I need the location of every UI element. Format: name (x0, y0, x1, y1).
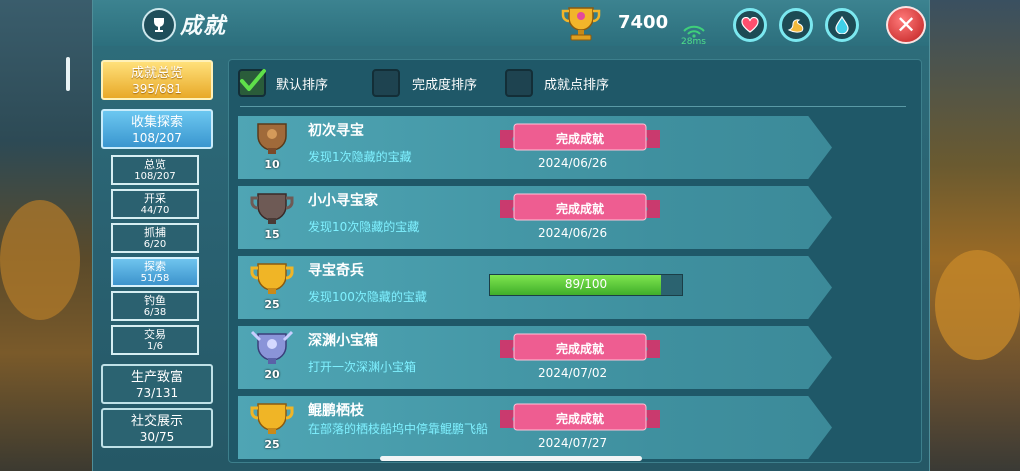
subcategory-mining[interactable]: 开采 44/70 (111, 189, 199, 219)
achievement-points: 7400 (618, 12, 669, 33)
subcategory-overview[interactable]: 总览 108/207 (111, 155, 199, 185)
subcategory-count: 6/38 (143, 307, 167, 318)
category-label: 收集探索 (130, 115, 183, 130)
achievement-desc: 发现1次隐藏的宝藏 (308, 150, 412, 164)
category-count: 395/681 (132, 82, 182, 96)
achievement-row[interactable]: 25 寻宝奇兵 发现100次隐藏的宝藏 89/100 (238, 256, 832, 319)
subcategory-count: 51/58 (140, 273, 170, 284)
completed-label: 完成成就 (555, 342, 604, 356)
tree-foliage (0, 200, 80, 320)
heart-icon[interactable] (733, 8, 767, 42)
scenery-right (925, 0, 1020, 471)
completed-ribbon: 完成成就 (500, 122, 660, 156)
water-drop-icon[interactable] (825, 8, 859, 42)
gold-trophy-icon (560, 4, 602, 42)
achievement-row[interactable]: 25 鲲鹏栖枝 在部落的栖枝船坞中停靠鲲鹏飞船 完成成就 2024/07/27 (238, 396, 832, 459)
subcategory-trade[interactable]: 交易 1/6 (111, 325, 199, 355)
achievement-name: 深渊小宝箱 (308, 333, 378, 349)
completion-date: 2024/07/02 (538, 366, 608, 380)
achievement-row[interactable]: 10 初次寻宝 发现1次隐藏的宝藏 完成成就 2024/06/26 (238, 116, 832, 179)
sort-completion-checkbox[interactable] (372, 69, 400, 97)
achievement-points-badge: 10 (264, 158, 280, 171)
sort-default-label[interactable]: 默认排序 (276, 74, 328, 93)
achievement-desc: 在部落的栖枝船坞中停靠鲲鹏飞船 (308, 422, 489, 436)
checkmark-icon (240, 69, 266, 91)
category-count: 73/131 (135, 386, 179, 400)
sort-points-label[interactable]: 成就点排序 (544, 74, 609, 93)
completed-ribbon: 完成成就 (500, 332, 660, 366)
achievement-row[interactable]: 20 深渊小宝箱 打开一次深渊小宝箱 完成成就 2024/07/02 (238, 326, 832, 389)
drag-handle[interactable] (66, 57, 70, 91)
category-collect-button[interactable]: 收集探索 108/207 (101, 109, 213, 149)
achievement-desc: 发现10次隐藏的宝藏 (308, 220, 420, 234)
close-button[interactable]: ✕ (886, 6, 926, 44)
achievement-name: 鲲鹏栖枝 (308, 403, 364, 419)
sort-points-checkbox[interactable] (505, 69, 533, 97)
subcategory-fishing[interactable]: 钓鱼 6/38 (111, 291, 199, 321)
home-indicator[interactable] (380, 456, 642, 461)
completion-date: 2024/06/26 (538, 156, 608, 170)
bronze-medal-icon: 10 (250, 120, 294, 176)
muscle-icon[interactable] (779, 8, 813, 42)
completed-label: 完成成就 (555, 132, 604, 146)
achievement-desc: 发现100次隐藏的宝藏 (308, 290, 427, 304)
sort-default-checkbox[interactable] (238, 69, 266, 97)
subcategory-label: 总览 (144, 158, 166, 171)
category-production-button[interactable]: 生产致富 73/131 (101, 364, 213, 404)
subcategory-count: 44/70 (140, 205, 170, 216)
achievement-progress-bar: 89/100 (489, 274, 683, 296)
gold-medal-icon: 25 (250, 260, 294, 316)
subcategory-count: 6/20 (143, 239, 167, 250)
trophy-icon (142, 8, 176, 42)
achievement-name: 小小寻宝家 (308, 193, 378, 209)
achievement-points-badge: 25 (264, 298, 280, 311)
category-label: 生产致富 (130, 370, 183, 385)
category-count: 30/75 (139, 430, 175, 444)
category-overview-button[interactable]: 成就总览 395/681 (101, 60, 213, 100)
completed-label: 完成成就 (555, 202, 604, 216)
subcategory-explore[interactable]: 探索 51/58 (111, 257, 199, 287)
completion-date: 2024/07/27 (538, 436, 608, 450)
gold-medal-icon: 25 (250, 400, 294, 456)
category-label: 成就总览 (130, 66, 183, 81)
subcategory-label: 探索 (144, 260, 166, 273)
divider (240, 106, 906, 107)
subcategory-count: 1/6 (146, 341, 164, 352)
sort-completion-label[interactable]: 完成度排序 (412, 74, 477, 93)
subcategory-label: 交易 (144, 328, 166, 341)
achievement-points-badge: 25 (264, 438, 280, 451)
iron-medal-icon: 15 (250, 190, 294, 246)
subcategory-capture[interactable]: 抓捕 6/20 (111, 223, 199, 253)
achievement-name: 寻宝奇兵 (308, 263, 364, 279)
achievement-points-badge: 20 (264, 368, 280, 381)
category-social-button[interactable]: 社交展示 30/75 (101, 408, 213, 448)
subcategory-count: 108/207 (134, 171, 176, 182)
subcategory-label: 抓捕 (144, 226, 166, 239)
completed-ribbon: 完成成就 (500, 402, 660, 436)
achievement-name: 初次寻宝 (308, 123, 364, 139)
completed-label: 完成成就 (555, 412, 604, 426)
page-title: 成就 (180, 14, 227, 39)
subcategory-label: 开采 (144, 192, 166, 205)
category-count: 108/207 (132, 131, 182, 145)
achievement-points-badge: 15 (264, 228, 280, 241)
subcategory-label: 钓鱼 (144, 294, 166, 307)
achievement-desc: 打开一次深渊小宝箱 (308, 360, 417, 374)
ping-readout: 28ms (681, 37, 706, 47)
completed-ribbon: 完成成就 (500, 192, 660, 226)
category-label: 社交展示 (130, 414, 183, 429)
achievement-row[interactable]: 15 小小寻宝家 发现10次隐藏的宝藏 完成成就 2024/06/26 (238, 186, 832, 249)
progress-text: 89/100 (564, 277, 608, 291)
silver-medal-icon: 20 (250, 330, 294, 386)
tree-foliage (935, 250, 1020, 360)
completion-date: 2024/06/26 (538, 226, 608, 240)
